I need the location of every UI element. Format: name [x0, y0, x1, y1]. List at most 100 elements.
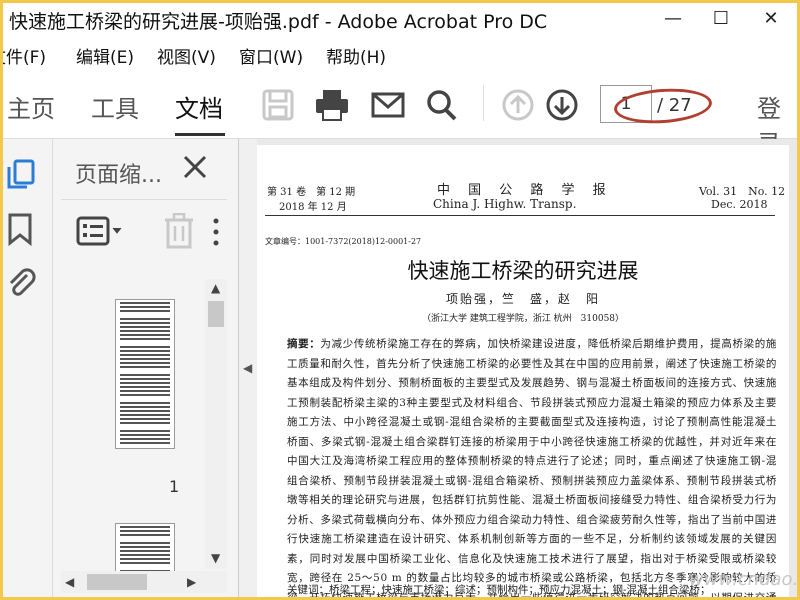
thumbnail-text-line: [120, 386, 170, 388]
thumbnail-text-line: [120, 326, 170, 328]
thumbnail-text-line: [120, 346, 170, 348]
thumbnail-text-line: [120, 394, 170, 396]
close-window-button[interactable]: ✕: [751, 5, 791, 33]
thumbnail-text-line: [120, 382, 170, 384]
menu-file[interactable]: 文件(F): [3, 43, 46, 68]
acrobat-window: 快速施工桥梁的研究进展-项贻强.pdf - Adobe Acrobat Pro …: [0, 0, 800, 600]
toolbar: 主页 工具 文档 1 / 27 登: [3, 69, 797, 158]
thumbnail-text-line: [120, 442, 170, 444]
attachment-icon[interactable]: [3, 265, 39, 301]
minimize-button[interactable]: —: [653, 5, 693, 33]
page-thumbnails-icon[interactable]: [3, 157, 39, 193]
journal-volume-cn: 第 31 卷 第 12 期: [267, 187, 356, 198]
tab-document[interactable]: 文档: [175, 89, 223, 124]
page-down-icon[interactable]: [545, 89, 579, 121]
thumbnail-horizontal-scrollbar[interactable]: ◀ ▶: [61, 571, 227, 593]
thumbnail-text-line: [120, 334, 170, 336]
thumbnail-text-line: [120, 302, 170, 304]
thumbnail-text-line: [120, 310, 170, 312]
thumbnail-page-number: 1: [169, 477, 180, 496]
article-title: 快速施工桥梁的研究进展: [407, 259, 639, 283]
menu-view[interactable]: 视图(V): [157, 43, 216, 68]
thumbnail-text-line: [120, 534, 170, 536]
email-icon[interactable]: [371, 89, 405, 121]
thumbnail-text-line: [120, 390, 170, 392]
tab-home[interactable]: 主页: [7, 89, 55, 124]
thumbnail-text-line: [120, 402, 170, 404]
article-authors: 项贻强，竺 盛，赵 阳: [445, 292, 600, 306]
close-icon[interactable]: [179, 151, 211, 183]
delete-page-icon[interactable]: [163, 213, 195, 249]
thumbnail-text-line: [120, 542, 170, 544]
thumbnail-text-line: [120, 338, 170, 340]
thumbnail-text-line: [120, 370, 170, 372]
scroll-right-arrow-icon[interactable]: ▶: [187, 575, 196, 589]
thumbnail-list[interactable]: 1: [61, 279, 229, 573]
thumbnail-text-line: [120, 418, 170, 420]
menu-edit[interactable]: 编辑(E): [76, 43, 134, 68]
thumbnail-text-line: [120, 530, 170, 532]
thumbnail-text-line: [120, 546, 170, 548]
thumbnail-text-line: [120, 426, 170, 428]
thumbnail-text-line: [120, 358, 170, 360]
panel-title: 页面缩...: [75, 163, 162, 188]
abstract-text: 为减少传统桥梁施工存在的弊病，加快桥梁建设进度，降低桥梁后期维护费用，提高桥梁的…: [287, 338, 777, 600]
more-options-icon[interactable]: [213, 217, 219, 247]
print-icon[interactable]: [315, 89, 349, 121]
page-up-icon[interactable]: [501, 89, 535, 121]
thumbnail-text-line: [120, 562, 170, 564]
thumbnail-text-line: [120, 322, 170, 324]
menu-window[interactable]: 窗口(W): [239, 43, 303, 68]
horizontal-scroll-thumb[interactable]: [87, 574, 147, 590]
vertical-scroll-thumb[interactable]: [208, 301, 224, 327]
menu-help[interactable]: 帮助(H): [326, 43, 386, 68]
page-thumbnail-1[interactable]: [115, 299, 175, 449]
thumbnail-text-line: [120, 342, 170, 344]
page-thumbnails-panel: 页面缩... 1 ▲ ▼ ◀ ▶: [53, 139, 239, 597]
thumbnail-text-line: [120, 398, 170, 400]
thumbnail-text-line: [120, 362, 170, 364]
scroll-down-arrow-icon[interactable]: ▼: [211, 551, 220, 565]
thumbnail-text-line: [120, 306, 170, 308]
thumbnail-text-line: [120, 378, 170, 380]
article-number: 文章编号：1001-7372(2018)12-0001-27: [265, 237, 422, 246]
tab-tools[interactable]: 工具: [91, 89, 139, 124]
pdf-page: 第 31 卷 第 12 期 2018 年 12 月 中 国 公 路 学 报 Ch…: [257, 145, 789, 600]
thumbnail-text-line: [120, 406, 170, 408]
article-abstract: 摘要：为减少传统桥梁施工存在的弊病，加快桥梁建设进度，降低桥梁后期维护费用，提高…: [287, 335, 777, 600]
title-bar: 快速施工桥梁的研究进展-项贻强.pdf - Adobe Acrobat Pro …: [3, 3, 797, 37]
scroll-up-arrow-icon[interactable]: ▲: [211, 281, 220, 295]
panel-splitter[interactable]: ◀: [239, 139, 257, 597]
thumbnail-text-line: [120, 438, 170, 440]
site-watermark: www.cndao.com: [689, 569, 799, 590]
scroll-left-arrow-icon[interactable]: ◀: [65, 575, 74, 589]
thumbnail-text-line: [120, 566, 170, 568]
thumbnail-text-line: [120, 538, 170, 540]
window-title: 快速施工桥梁的研究进展-项贻强.pdf - Adobe Acrobat Pro …: [9, 11, 548, 33]
panel-divider: [61, 199, 227, 200]
thumbnail-text-line: [120, 354, 170, 356]
thumbnail-text-line: [120, 430, 170, 432]
search-icon[interactable]: [425, 89, 459, 121]
thumbnail-text-line: [120, 314, 170, 316]
journal-date-en: Dec. 2018: [711, 198, 768, 211]
maximize-button[interactable]: ☐: [701, 5, 741, 33]
save-icon[interactable]: [261, 89, 295, 121]
thumbnail-text-line: [120, 526, 170, 528]
left-rail: [3, 139, 53, 597]
thumbnail-options-icon[interactable]: [75, 215, 125, 247]
toolbar-divider: [483, 85, 484, 121]
bookmark-icon[interactable]: [3, 211, 39, 247]
thumbnail-text-line: [120, 410, 170, 412]
abstract-label: 摘要：: [287, 338, 321, 350]
journal-name-en: China J. Highw. Transp.: [433, 197, 577, 211]
header-rule: [265, 215, 775, 216]
thumbnail-text-line: [120, 558, 170, 560]
collapse-panel-arrow-icon[interactable]: ◀: [243, 361, 252, 375]
thumbnail-text-line: [120, 414, 170, 416]
thumbnail-text-line: [120, 350, 170, 352]
document-view[interactable]: 第 31 卷 第 12 期 2018 年 12 月 中 国 公 路 学 报 Ch…: [257, 139, 797, 600]
page-thumbnail-2[interactable]: [115, 523, 175, 573]
thumbnail-vertical-scrollbar[interactable]: ▲ ▼: [205, 279, 227, 569]
thumbnail-text-line: [120, 374, 170, 376]
